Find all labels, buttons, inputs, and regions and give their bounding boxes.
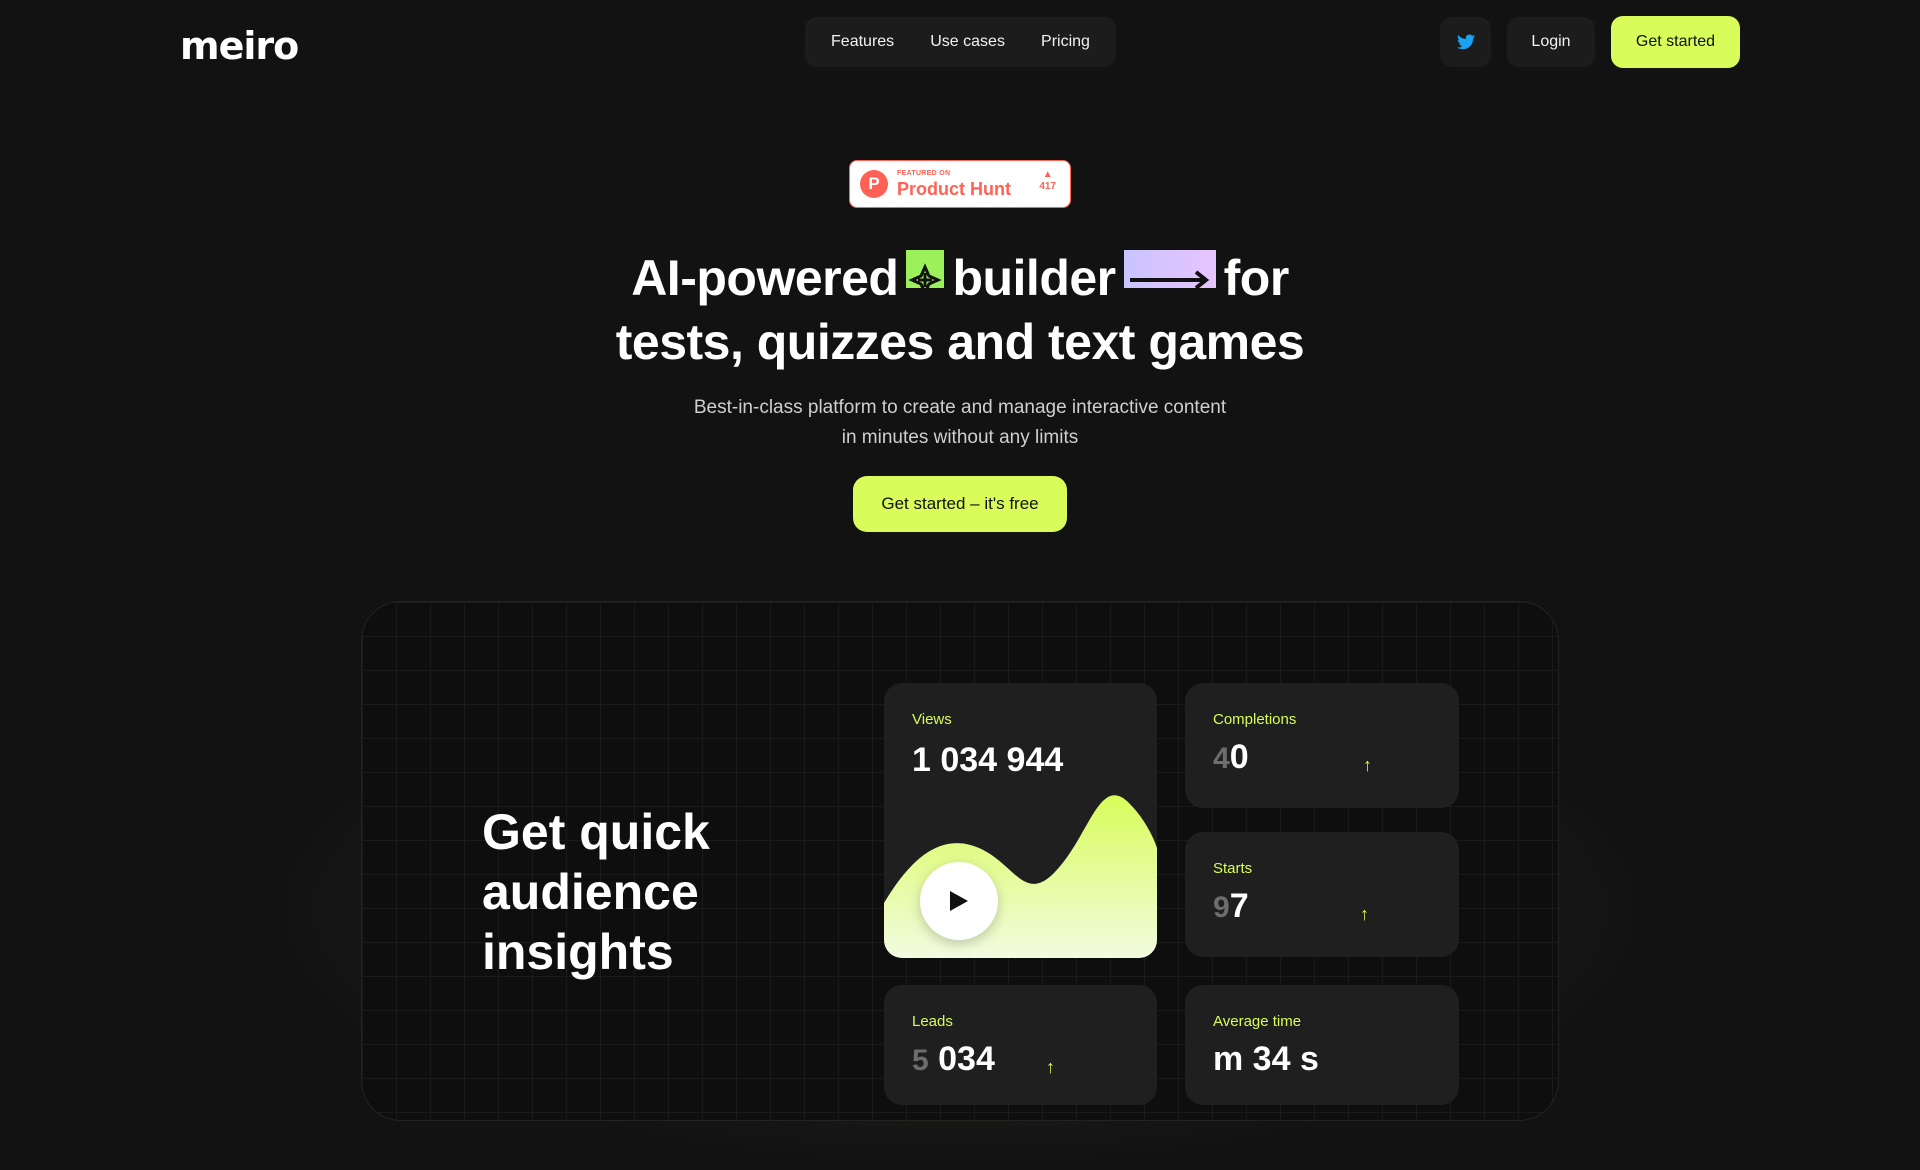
average-time-card: Average time m 34 s <box>1185 985 1459 1105</box>
completions-label: Completions <box>1213 711 1297 728</box>
leads-card: Leads 5 034 ↑ <box>884 985 1157 1105</box>
twitter-icon <box>1456 34 1475 50</box>
product-hunt-icon: P <box>860 170 888 198</box>
nav-pricing[interactable]: Pricing <box>1041 33 1090 51</box>
play-button[interactable] <box>920 862 998 940</box>
arrow-up-icon: ↑ <box>1360 904 1369 924</box>
completions-card: Completions 40 ↑ <box>1185 683 1459 808</box>
hero-title: AI-powered builder for tests, quizzes an… <box>560 246 1360 374</box>
logo[interactable]: meiro <box>180 24 299 68</box>
play-icon <box>950 891 968 911</box>
hero-title-part2: builder <box>952 250 1116 306</box>
product-hunt-badge[interactable]: P FEATURED ON Product Hunt ▲ 417 <box>849 160 1071 208</box>
completions-number: 0 <box>1229 738 1249 776</box>
get-started-button[interactable]: Get started <box>1611 16 1740 68</box>
leads-value: 5 034 <box>912 1040 995 1079</box>
starts-label: Starts <box>1213 860 1253 877</box>
get-started-free-button[interactable]: Get started – it's free <box>853 476 1067 532</box>
upvote-icon: ▲ <box>1042 169 1053 180</box>
twitter-button[interactable] <box>1440 17 1491 67</box>
arrow-up-icon: ↑ <box>1363 755 1372 775</box>
main-nav: Features Use cases Pricing <box>805 17 1116 67</box>
hero-title-part1: AI-powered <box>631 250 899 306</box>
leads-label: Leads <box>912 1013 953 1030</box>
starts-number: 7 <box>1229 887 1249 925</box>
login-button[interactable]: Login <box>1507 17 1595 67</box>
sparkle-icon <box>906 250 945 297</box>
average-time-label: Average time <box>1213 1013 1302 1030</box>
leads-ghost-digit: 5 <box>912 1044 929 1077</box>
completions-ghost-digit: 4 <box>1213 742 1230 775</box>
hero-title-line2: tests, quizzes and text games <box>615 314 1305 370</box>
average-time-value: m 34 s <box>1213 1040 1319 1078</box>
hero-title-part3: for <box>1223 250 1290 306</box>
subtitle-line1: Best-in-class platform to create and man… <box>693 397 1227 418</box>
nav-use-cases[interactable]: Use cases <box>930 33 1005 51</box>
ph-votes: ▲ 417 <box>1039 169 1056 193</box>
arrow-up-icon: ↑ <box>1046 1057 1055 1077</box>
insights-heading: Get quick audience insights <box>482 804 710 980</box>
arrow-right-icon <box>1123 250 1216 290</box>
starts-ghost-digit: 9 <box>1213 891 1230 924</box>
ph-featured-label: FEATURED ON <box>897 170 951 177</box>
starts-card: Starts 97 ↑ <box>1185 832 1459 957</box>
completions-value: 40 <box>1213 738 1249 777</box>
hero-subtitle: Best-in-class platform to create and man… <box>610 393 1310 453</box>
leads-number: 034 <box>938 1040 995 1078</box>
subtitle-line2: in minutes without any limits <box>841 427 1079 448</box>
nav-features[interactable]: Features <box>831 33 894 51</box>
ph-vote-count: 417 <box>1039 181 1056 192</box>
ph-name: Product Hunt <box>897 179 1011 199</box>
starts-value: 97 <box>1213 887 1249 926</box>
